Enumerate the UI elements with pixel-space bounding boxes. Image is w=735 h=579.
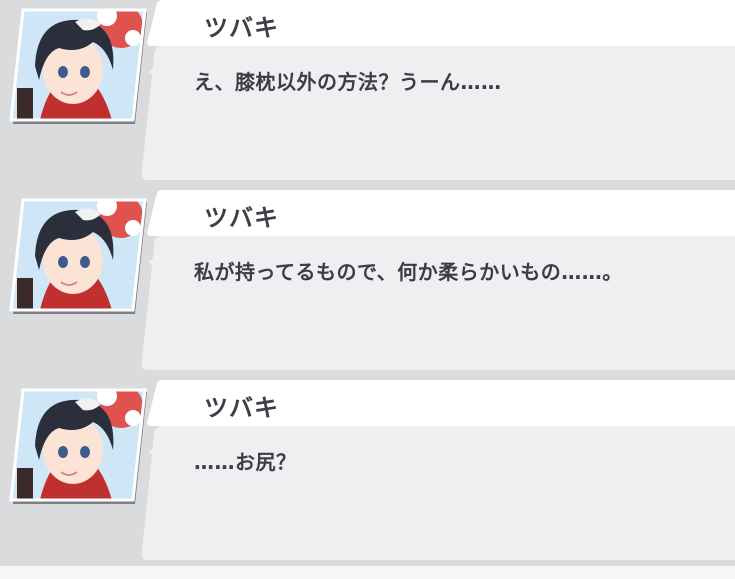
- avatar[interactable]: [9, 8, 147, 124]
- avatar[interactable]: [9, 198, 147, 314]
- sender-name-tab: ツバキ: [166, 0, 735, 46]
- message-bubble: 私が持ってるもので、何か柔らかいもの……。: [166, 236, 735, 370]
- character-avatar-icon: [9, 198, 147, 314]
- sender-name: ツバキ: [204, 14, 279, 42]
- character-avatar-icon: [9, 8, 147, 124]
- message-bubble: ……お尻？: [166, 426, 735, 560]
- avatar[interactable]: [9, 388, 147, 504]
- message-text: え、膝枕以外の方法？うーん……: [194, 70, 502, 94]
- message-text: ……お尻？: [194, 450, 297, 474]
- sender-name: ツバキ: [204, 204, 279, 232]
- chat-log: え、膝枕以外の方法？うーん…… ツバキ 私が持ってるもので、何か柔らかいもの………: [0, 0, 735, 579]
- sender-name: ツバキ: [204, 394, 279, 422]
- message-bubble: え、膝枕以外の方法？うーん……: [166, 46, 735, 180]
- chat-message[interactable]: 私が持ってるもので、何か柔らかいもの……。 ツバキ: [0, 190, 735, 380]
- chat-message[interactable]: ……お尻？ ツバキ: [0, 380, 735, 570]
- bottom-strip: [0, 566, 735, 579]
- message-text: 私が持ってるもので、何か柔らかいもの……。: [194, 260, 623, 284]
- sender-name-tab: ツバキ: [166, 380, 735, 426]
- chat-message[interactable]: え、膝枕以外の方法？うーん…… ツバキ: [0, 0, 735, 190]
- sender-name-tab: ツバキ: [166, 190, 735, 236]
- character-avatar-icon: [9, 388, 147, 504]
